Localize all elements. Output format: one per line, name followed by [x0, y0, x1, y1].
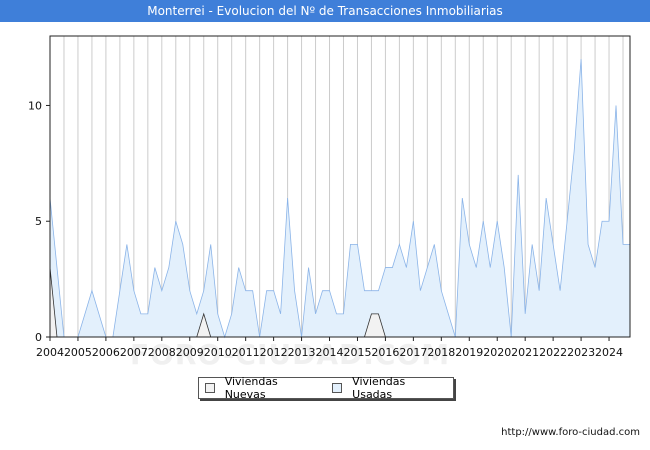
legend-swatch-usadas: [332, 383, 343, 393]
x-tick-label: 2023: [567, 346, 595, 359]
x-tick-label: 2020: [483, 346, 511, 359]
legend-swatch-nuevas: [205, 383, 215, 393]
legend: Viviendas Nuevas Viviendas Usadas: [198, 375, 454, 401]
x-tick-label: 2019: [455, 346, 483, 359]
x-tick-label: 2007: [120, 346, 148, 359]
chart: 0 5 10 2004 2005 2006 2007 2008 2009 2010 2011 2012…: [28, 35, 631, 359]
x-tick-label: 2008: [148, 346, 176, 359]
legend-item-usadas: Viviendas Usadas: [332, 375, 445, 401]
x-tick-label: 2015: [343, 346, 371, 359]
x-tick-label: 2018: [427, 346, 455, 359]
legend-item-nuevas: Viviendas Nuevas: [205, 375, 318, 401]
x-tick-label: 2024: [595, 346, 623, 359]
x-tick-label: 2013: [288, 346, 316, 359]
footer-url[interactable]: http://www.foro-ciudad.com: [501, 427, 640, 438]
legend-label-nuevas: Viviendas Nuevas: [224, 375, 278, 401]
y-tick-label: 0: [35, 331, 42, 344]
x-tick-label: 2010: [204, 346, 232, 359]
x-tick-label: 2006: [92, 346, 120, 359]
x-tick-label: 2009: [176, 346, 204, 359]
x-tick-label: 2022: [539, 346, 567, 359]
x-tick-label: 2012: [260, 346, 288, 359]
x-tick-label: 2005: [64, 346, 92, 359]
legend-label-usadas: Viviendas Usadas: [352, 375, 406, 401]
x-tick-label: 2011: [232, 346, 260, 359]
x-tick-label: 2004: [36, 346, 64, 359]
y-tick-label: 5: [35, 215, 42, 228]
y-tick-label: 10: [28, 99, 42, 112]
x-tick-label: 2016: [371, 346, 399, 359]
x-tick-label: 2014: [316, 346, 344, 359]
x-tick-label: 2021: [511, 346, 539, 359]
chart-title: Monterrei - Evolucion del Nº de Transacc…: [0, 0, 650, 22]
x-tick-label: 2017: [399, 346, 427, 359]
